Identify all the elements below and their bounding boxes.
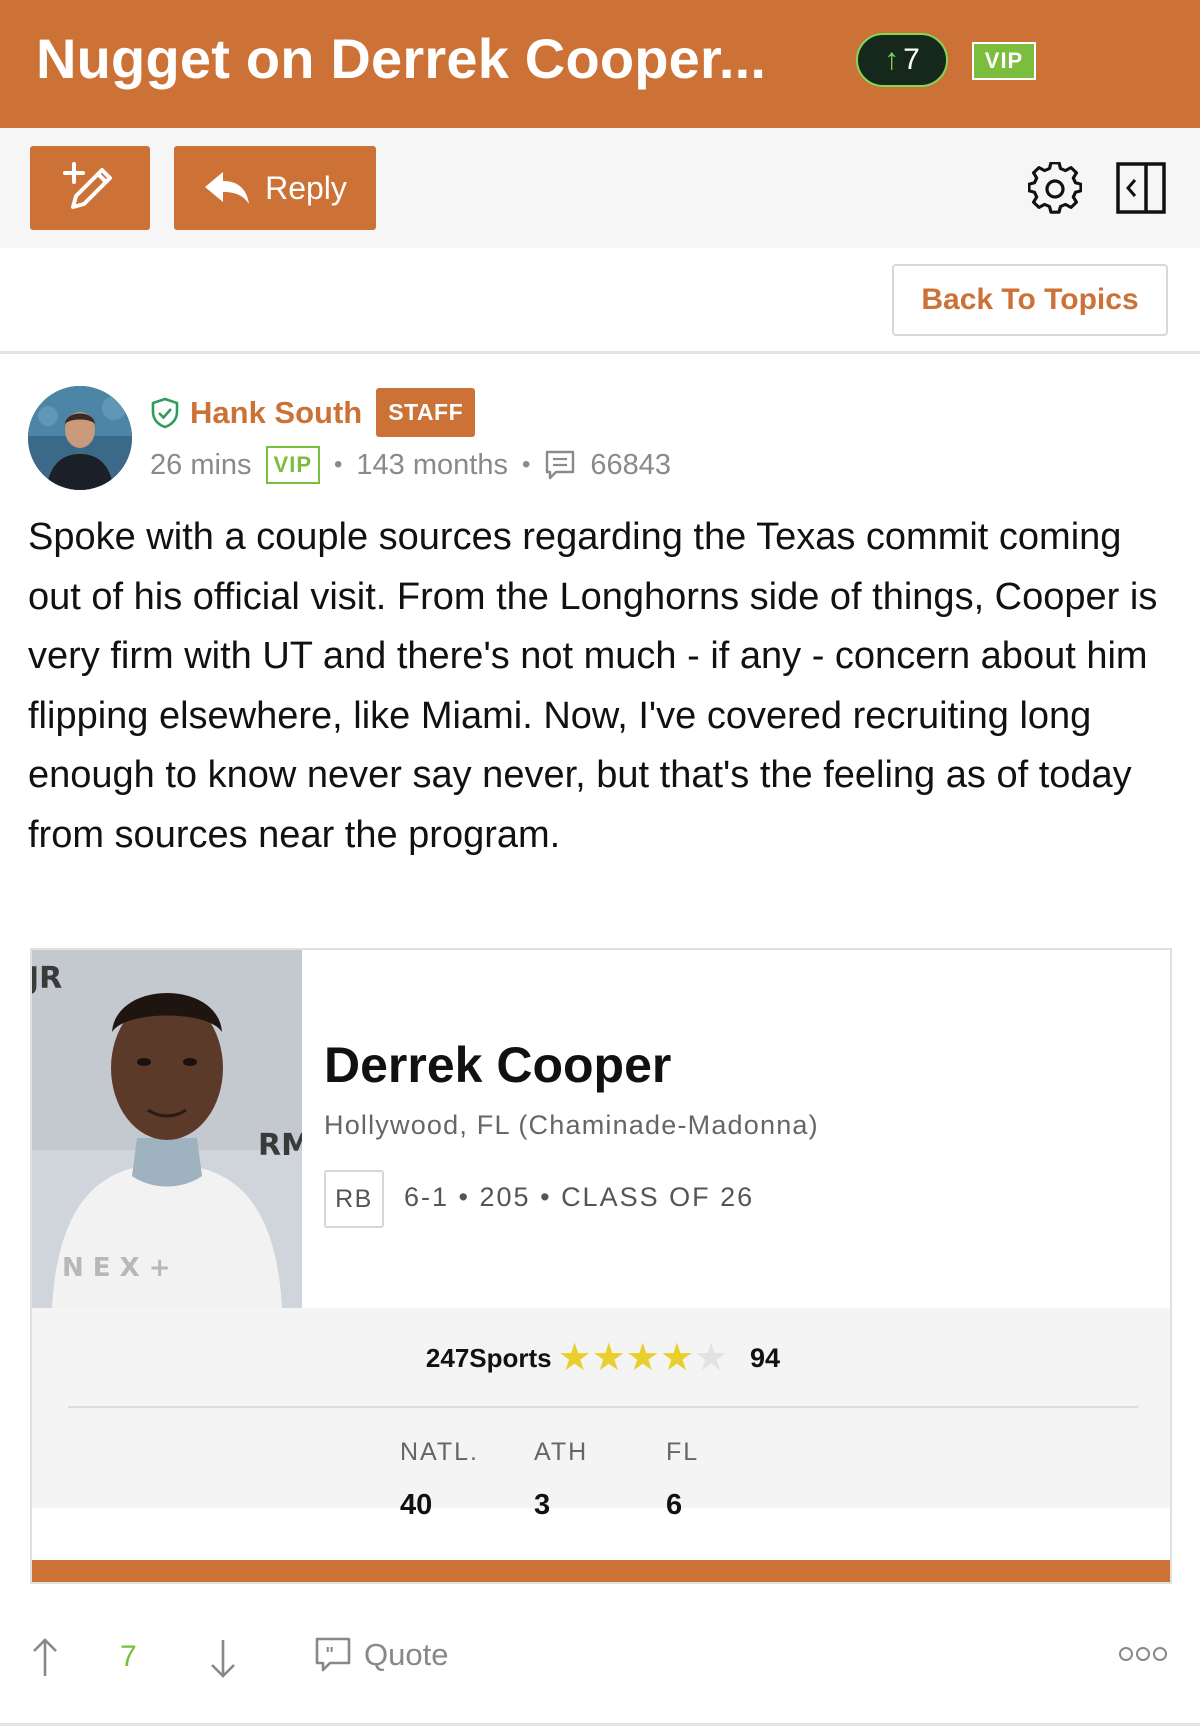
- topic-title: Nugget on Derrek Cooper...: [36, 27, 767, 90]
- rank-label: NATL.: [400, 1438, 479, 1466]
- new-post-button[interactable]: [30, 146, 150, 230]
- post-meta: 26 mins VIP • 143 months • 66843: [150, 446, 671, 484]
- vote-count: 7: [903, 43, 920, 76]
- star-empty-icon: ★: [693, 1337, 729, 1379]
- more-options-icon[interactable]: [1118, 1644, 1168, 1664]
- compose-icon: [63, 162, 112, 209]
- post-body: Spoke with a couple sources regarding th…: [28, 516, 1158, 856]
- rating-source: 247Sports: [425, 1342, 552, 1373]
- svg-text:": ": [325, 1644, 334, 1665]
- star-filled-icon: ★: [591, 1337, 626, 1379]
- rank-state: FL 6: [666, 1438, 699, 1522]
- avatar[interactable]: [28, 386, 132, 490]
- toolbar: Reply: [0, 128, 1200, 248]
- vote-count-pill[interactable]: ↑ 7: [856, 33, 948, 87]
- star-filled-icon: ★: [557, 1337, 592, 1379]
- star-filled-icon: ★: [659, 1337, 694, 1379]
- staff-badge: STAFF: [376, 388, 476, 437]
- star-filled-icon: ★: [625, 1337, 660, 1379]
- shield-check-icon: [151, 397, 179, 428]
- downvote-icon[interactable]: [208, 1636, 238, 1680]
- player-class: CLASS OF 26: [561, 1182, 755, 1212]
- rating-line: 247Sports ★ ★ ★ ★ ★ 94: [32, 1308, 1170, 1408]
- rating-area: 247Sports ★ ★ ★ ★ ★ 94 NATL. 40 ATH 3 FL 6: [32, 1308, 1170, 1521]
- post-count: 66843: [590, 448, 672, 481]
- player-weight: 205: [479, 1182, 531, 1212]
- separator-dot: •: [334, 451, 343, 478]
- rank-value: 6: [666, 1489, 683, 1521]
- reply-label: Reply: [265, 169, 347, 206]
- player-location: Hollywood, FL (Chaminade-Madonna): [324, 1110, 819, 1140]
- quote-button[interactable]: " Quote: [314, 1636, 448, 1674]
- svg-text:N E X +: N E X +: [62, 1253, 171, 1283]
- gear-icon[interactable]: [1028, 162, 1082, 216]
- author-name[interactable]: Hank South: [190, 395, 362, 431]
- player-name[interactable]: Derrek Cooper: [324, 1036, 671, 1094]
- topic-header: Nugget on Derrek Cooper... ↑ 7 VIP: [0, 0, 1200, 128]
- svg-text:JR: JR: [32, 961, 62, 996]
- back-to-topics-button[interactable]: Back To Topics: [892, 264, 1168, 336]
- player-measurables: 6-1 • 205 • CLASS OF 26: [404, 1182, 755, 1212]
- quote-icon: ": [315, 1637, 351, 1672]
- rank-position: ATH 3: [534, 1438, 588, 1522]
- reply-button[interactable]: Reply: [174, 146, 376, 230]
- rank-national: NATL. 40: [400, 1438, 479, 1522]
- rank-label: ATH: [534, 1438, 589, 1466]
- rating-score: 94: [750, 1342, 781, 1373]
- vip-badge: VIP: [972, 42, 1036, 80]
- star-rating: ★ ★ ★ ★ ★: [558, 1339, 728, 1377]
- rank-label: FL: [666, 1438, 700, 1466]
- membership-length: 143 months: [356, 448, 508, 481]
- avatar-image: [28, 386, 132, 490]
- up-arrow-icon: ↑: [884, 43, 900, 76]
- reply-arrow-icon: [205, 172, 250, 204]
- player-position: RB: [324, 1170, 384, 1228]
- post-time: 26 mins: [150, 448, 252, 481]
- post-count-icon: [546, 450, 575, 480]
- card-bottom-bar: [32, 1560, 1170, 1582]
- rank-value: 40: [400, 1489, 433, 1521]
- separator-dot: •: [521, 451, 531, 478]
- post-actions: 7 " Quote: [0, 1596, 1200, 1726]
- rank-value: 3: [534, 1489, 551, 1521]
- author-line: Hank South STAFF: [150, 388, 476, 437]
- back-row: Back To Topics: [0, 248, 1200, 354]
- svg-text:RM: RM: [258, 1128, 302, 1163]
- player-card[interactable]: JR RM N E X + Derrek Cooper Hollywood, F…: [30, 948, 1172, 1584]
- upvote-icon[interactable]: [30, 1636, 60, 1680]
- quote-label: Quote: [364, 1637, 449, 1672]
- player-photo: JR RM N E X +: [32, 950, 302, 1308]
- collapse-panel-icon[interactable]: [1116, 162, 1166, 214]
- vip-badge-small: VIP: [265, 446, 321, 484]
- player-height: 6-1: [404, 1182, 450, 1212]
- player-photo-image: JR RM N E X +: [32, 950, 302, 1308]
- divider: [68, 1406, 1138, 1408]
- vote-count: 7: [120, 1640, 137, 1673]
